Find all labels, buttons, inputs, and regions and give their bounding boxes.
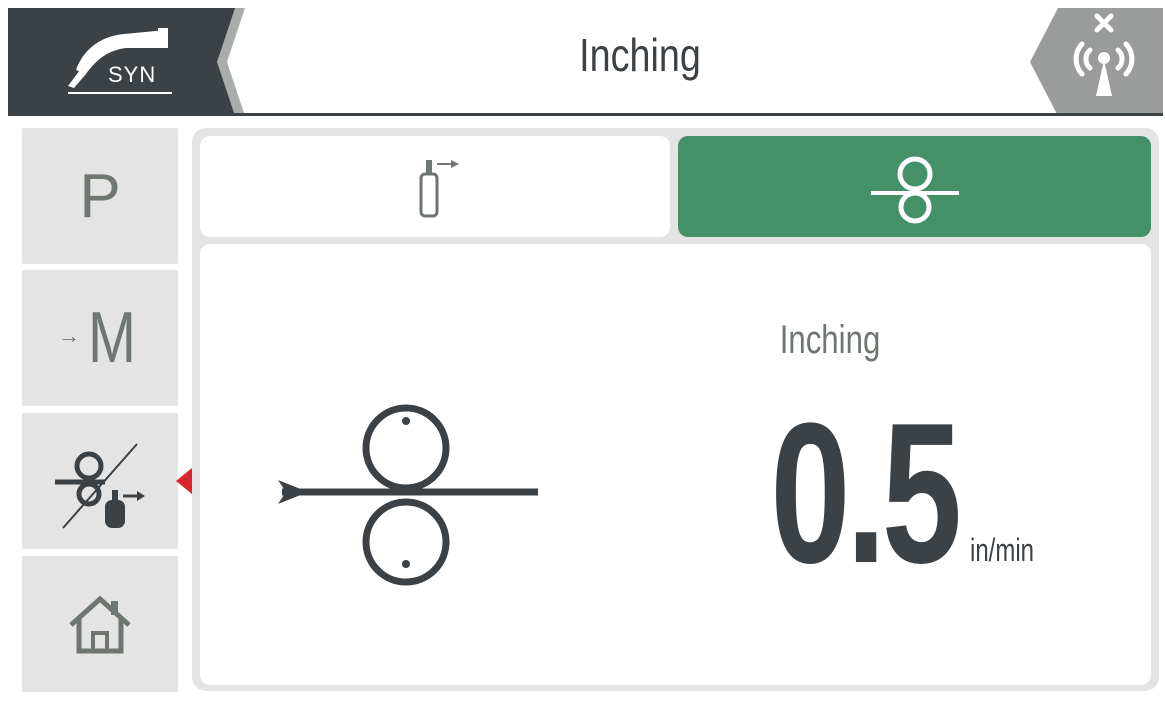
sidebar-item-label: M <box>87 298 136 378</box>
wire-feed-rollers-icon <box>278 404 538 586</box>
sidebar-item-program[interactable]: P <box>22 128 178 264</box>
sidebar-item-label: P <box>79 161 121 231</box>
gas-test-icon <box>419 159 459 217</box>
active-indicator-icon <box>176 468 192 494</box>
header-divider <box>8 113 1163 116</box>
parameter-label: Inching <box>779 318 881 362</box>
sidebar-item-memory[interactable]: → M <box>22 270 178 406</box>
sidebar-item-home[interactable] <box>22 556 178 692</box>
tab-wire-feed[interactable] <box>678 136 1151 237</box>
page-title: Inching <box>579 29 701 81</box>
syn-underline <box>68 92 172 94</box>
parameter-value[interactable]: 0.5 <box>770 394 962 594</box>
parameter-unit: in/min <box>970 532 1035 568</box>
arrow-right-icon: → <box>58 323 80 348</box>
sidebar-item-inching-gas[interactable] <box>22 413 178 549</box>
tab-gas-test[interactable] <box>200 136 670 237</box>
wireless-disconnected-icon[interactable] <box>1030 8 1163 116</box>
wire-feed-icon <box>870 156 959 223</box>
syn-label: SYN <box>108 62 157 87</box>
home-icon <box>69 595 131 654</box>
inching-gas-test-icon <box>55 443 145 529</box>
chevron-left-icon[interactable] <box>205 8 245 116</box>
